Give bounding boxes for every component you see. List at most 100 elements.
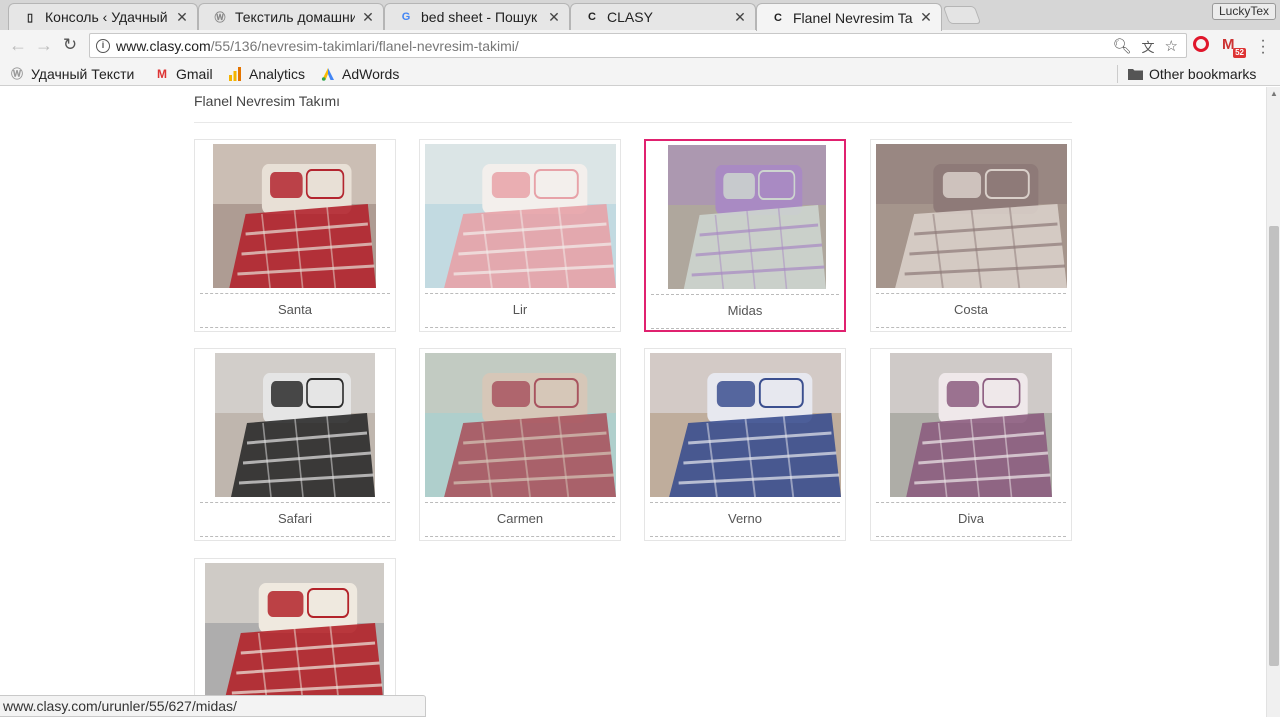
tab-title: Текстиль домашни [235, 9, 355, 25]
product-card[interactable] [194, 558, 396, 717]
tab-flanel-active[interactable]: C Flanel Nevresim Tak ✕ [756, 3, 942, 31]
folder-icon [1127, 66, 1143, 82]
new-tab-button[interactable] [942, 6, 982, 24]
tab-clasy[interactable]: C CLASY ✕ [570, 3, 756, 30]
section-divider [194, 122, 1072, 123]
bookmark-label: Gmail [176, 65, 213, 82]
product-image[interactable] [668, 145, 826, 289]
product-card[interactable]: Verno [644, 348, 846, 541]
bookmarks-bar: Ⓦ Удачный Тексти M Gmail Analytics AdWor… [0, 61, 1280, 86]
other-bookmarks[interactable]: Other bookmarks [1127, 65, 1256, 82]
bookmark-star-icon[interactable]: ☆ [1165, 37, 1178, 56]
other-bookmarks-label: Other bookmarks [1149, 65, 1257, 82]
close-icon[interactable]: ✕ [919, 9, 933, 26]
tab-textile[interactable]: Ⓦ Текстиль домашни ✕ [198, 3, 384, 30]
address-bar[interactable]: i www.clasy.com/55/136/nevresim-takimlar… [89, 33, 1187, 58]
product-card[interactable]: Safari [194, 348, 396, 541]
tab-title: CLASY [607, 9, 653, 25]
gmail-unread-badge: 52 [1233, 48, 1246, 58]
opera-extension-icon[interactable] [1193, 36, 1209, 52]
reload-icon[interactable]: ↻ [60, 36, 80, 56]
bookmark-label: AdWords [342, 65, 400, 82]
card-divider [200, 502, 390, 503]
tab-google-search[interactable]: G bed sheet - Пошук G ✕ [384, 3, 570, 30]
product-image[interactable] [205, 563, 384, 707]
menu-dots-icon[interactable]: · · · [1258, 33, 1268, 61]
tab-title: Консоль ‹ Удачный [45, 9, 168, 25]
card-divider [425, 293, 615, 294]
page-scrollbar[interactable]: ▲ [1266, 87, 1280, 717]
forward-arrow-icon[interactable]: → [34, 36, 54, 56]
bookmark-label: Удачный Тексти [31, 65, 135, 82]
product-card[interactable]: Lir [419, 139, 621, 332]
tab-title: Flanel Nevresim Tak [793, 9, 913, 26]
clasy-icon: C [774, 11, 782, 24]
product-card[interactable]: Santa [194, 139, 396, 332]
card-divider [876, 327, 1066, 328]
clasy-icon: C [588, 11, 596, 23]
close-icon[interactable]: ✕ [175, 9, 189, 26]
gmail-icon: M [157, 66, 167, 81]
product-card[interactable]: Costa [870, 139, 1072, 332]
card-divider [200, 536, 390, 537]
tab-title: bed sheet - Пошук G [421, 9, 541, 25]
close-icon[interactable]: ✕ [547, 9, 561, 26]
product-image[interactable] [215, 353, 375, 497]
product-name[interactable]: Midas [646, 303, 844, 318]
product-name[interactable]: Costa [871, 302, 1071, 317]
analytics-icon [227, 66, 243, 82]
bookmark-gmail[interactable]: M Gmail [154, 65, 213, 82]
scroll-thumb[interactable] [1269, 226, 1279, 666]
bookmark-label: Analytics [249, 65, 306, 82]
page-icon: ▯ [26, 11, 34, 24]
bookmark-separator [1117, 65, 1118, 83]
bookmark-analytics[interactable]: Analytics [227, 65, 305, 82]
back-arrow-icon[interactable]: ← [8, 36, 28, 56]
product-image[interactable] [213, 144, 376, 288]
bookmark-adwords[interactable]: AdWords [320, 65, 399, 82]
card-divider [651, 328, 839, 329]
zoom-icon[interactable]: 🔍︎ [1112, 37, 1131, 56]
close-icon[interactable]: ✕ [361, 9, 375, 26]
product-image[interactable] [425, 353, 616, 497]
google-icon: G [401, 11, 411, 23]
scroll-up-arrow-icon[interactable]: ▲ [1270, 89, 1278, 98]
url-host: www.clasy.com [116, 37, 211, 54]
product-name[interactable]: Carmen [420, 511, 620, 526]
product-card[interactable]: Midas [644, 139, 846, 332]
product-image[interactable] [650, 353, 841, 497]
card-divider [425, 327, 615, 328]
product-card[interactable]: Diva [870, 348, 1072, 541]
wordpress-icon: Ⓦ [214, 12, 226, 24]
product-card[interactable]: Carmen [419, 348, 621, 541]
tab-console[interactable]: ▯ Консоль ‹ Удачный ✕ [8, 3, 198, 30]
status-bar-url: www.clasy.com/urunler/55/627/midas/ [0, 695, 426, 717]
product-image[interactable] [876, 144, 1067, 288]
product-name[interactable]: Verno [645, 511, 845, 526]
card-divider [425, 502, 615, 503]
bookmark-udachny[interactable]: Ⓦ Удачный Тексти [9, 65, 137, 82]
product-image[interactable] [890, 353, 1052, 497]
card-divider [650, 536, 840, 537]
profile-button[interactable]: LuckyTex [1211, 3, 1276, 20]
product-name[interactable]: Diva [871, 511, 1071, 526]
url-path: /55/136/nevresim-takimlari/flanel-nevres… [210, 37, 519, 54]
info-icon[interactable]: i [96, 38, 110, 53]
product-name[interactable]: Lir [420, 302, 620, 317]
adwords-icon [320, 66, 336, 82]
browser-toolbar: ← → ↻ i www.clasy.com/55/136/nevresim-ta… [0, 30, 1280, 61]
card-divider [876, 502, 1066, 503]
tab-strip: ▯ Консоль ‹ Удачный ✕ Ⓦ Текстиль домашни… [0, 0, 1280, 31]
card-divider [876, 293, 1066, 294]
gmail-extension-icon[interactable]: M 52 [1222, 36, 1246, 58]
close-icon[interactable]: ✕ [733, 9, 747, 26]
card-divider [200, 293, 390, 294]
product-name[interactable]: Santa [195, 302, 395, 317]
translate-icon[interactable]: ⽂ [1142, 37, 1155, 56]
product-image[interactable] [425, 144, 616, 288]
product-name[interactable]: Safari [195, 511, 395, 526]
page-content: Flanel Nevresim Takımı Santa Lir Midas Cost… [0, 87, 1266, 717]
card-divider [650, 502, 840, 503]
card-divider [876, 536, 1066, 537]
card-divider [425, 536, 615, 537]
